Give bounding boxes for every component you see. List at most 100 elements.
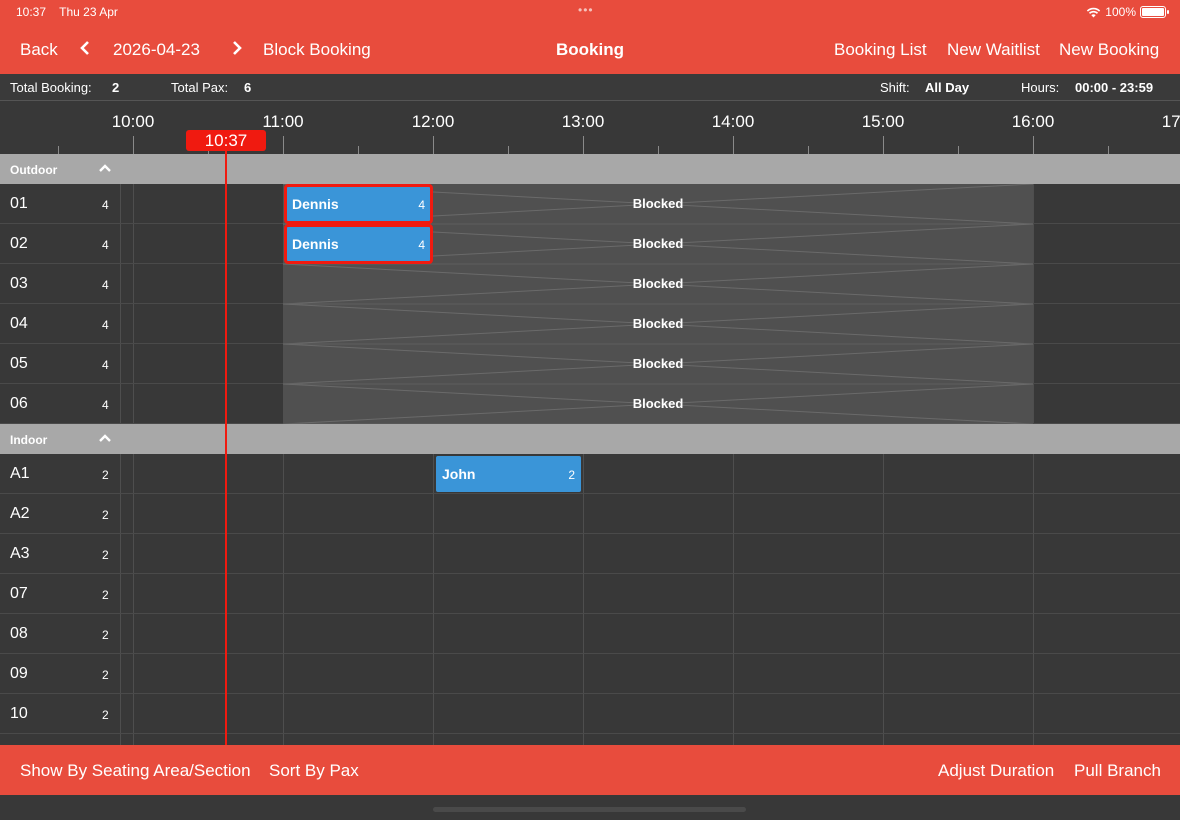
table-capacity: 2 — [102, 628, 109, 642]
booking-block[interactable]: Dennis 4 — [284, 184, 433, 224]
hour-label: 17:00 — [1161, 112, 1180, 131]
half-hour-tick — [58, 146, 59, 154]
total-booking-label: Total Booking: — [10, 80, 92, 95]
hour-tick — [733, 136, 734, 154]
adjust-duration-button[interactable]: Adjust Duration — [938, 761, 1054, 781]
table-row[interactable]: 09 2 — [0, 654, 1180, 694]
table-row[interactable]: A3 2 — [0, 534, 1180, 574]
table-name: 06 — [10, 395, 28, 412]
hour-label: 10:00 — [111, 112, 155, 131]
blocked-label: Blocked — [632, 396, 684, 411]
status-right: 100% — [1086, 5, 1169, 19]
back-button[interactable]: Back — [20, 40, 58, 60]
section-label: Outdoor — [10, 163, 58, 177]
top-nav-bar: 10:37 Thu 23 Apr ••• 100% Back 2026-04-2… — [0, 0, 1180, 74]
hours-value[interactable]: 00:00 - 23:59 — [1075, 80, 1153, 95]
half-hour-tick — [808, 146, 809, 154]
show-by-section-button[interactable]: Show By Seating Area/Section — [20, 761, 251, 781]
section-header-indoor[interactable]: Indoor — [0, 424, 1180, 454]
wifi-icon — [1087, 7, 1101, 17]
chevron-right-icon[interactable] — [232, 40, 242, 60]
battery-percent: 100% — [1105, 5, 1136, 19]
booking-grid[interactable]: Outdoor 01 4 02 4 03 4 04 4 05 4 06 4 Indoor A1 2 A2 2 A3 2… — [0, 154, 1180, 745]
table-capacity: 2 — [102, 468, 109, 482]
half-hour-tick — [658, 146, 659, 154]
hour-tick — [283, 136, 284, 154]
table-capacity: 4 — [102, 238, 109, 252]
chevron-up-icon[interactable] — [99, 161, 111, 176]
booking-pax: 4 — [418, 198, 425, 212]
home-indicator[interactable] — [433, 807, 746, 812]
hour-label: 12:00 — [411, 112, 455, 131]
table-capacity: 4 — [102, 318, 109, 332]
status-date: Thu 23 Apr — [59, 5, 118, 19]
hour-tick — [883, 136, 884, 154]
booking-guest-name: Dennis — [292, 236, 339, 252]
table-name: 05 — [10, 355, 28, 372]
current-time-badge: 10:37 — [186, 130, 266, 151]
table-capacity: 2 — [102, 548, 109, 562]
table-row[interactable]: A1 2 — [0, 454, 1180, 494]
table-capacity: 2 — [102, 508, 109, 522]
table-capacity: 4 — [102, 278, 109, 292]
total-pax-value: 6 — [244, 80, 252, 95]
new-booking-button[interactable]: New Booking — [1059, 40, 1159, 60]
table-row[interactable]: 10 2 — [0, 694, 1180, 734]
section-header-outdoor[interactable]: Outdoor — [0, 154, 1180, 184]
chevron-up-icon[interactable] — [99, 431, 111, 446]
table-row[interactable]: A2 2 — [0, 494, 1180, 534]
pull-branch-button[interactable]: Pull Branch — [1074, 761, 1161, 781]
status-clock: 10:37 — [16, 5, 47, 19]
hour-label: 13:00 — [561, 112, 605, 131]
table-capacity: 4 — [102, 198, 109, 212]
booking-pax: 4 — [418, 238, 425, 252]
battery-icon — [1140, 6, 1169, 18]
table-row[interactable]: 08 2 — [0, 614, 1180, 654]
booking-list-button[interactable]: Booking List — [834, 40, 927, 60]
new-waitlist-button[interactable]: New Waitlist — [947, 40, 1040, 60]
booking-guest-name: John — [442, 466, 476, 482]
table-name: 10 — [10, 705, 28, 722]
hour-label: 16:00 — [1011, 112, 1055, 131]
booking-block[interactable]: John 2 — [436, 456, 581, 492]
hours-label: Hours: — [1021, 80, 1060, 95]
hour-label: 14:00 — [711, 112, 755, 131]
table-capacity: 2 — [102, 708, 109, 722]
hour-tick — [1033, 136, 1034, 154]
shift-value[interactable]: All Day — [925, 80, 969, 95]
date-selector[interactable]: 2026-04-23 — [113, 40, 200, 60]
table-name: 08 — [10, 625, 28, 642]
hour-label: 11:00 — [262, 112, 304, 131]
half-hour-tick — [508, 146, 509, 154]
table-name: A2 — [10, 505, 30, 522]
timeline-header[interactable]: 10:00 11:00 12:00 13:00 14:00 15:00 16:00 17:00 — [0, 102, 1180, 154]
section-label: Indoor — [10, 433, 48, 447]
page-title: Booking — [556, 40, 624, 59]
total-booking-value: 2 — [112, 80, 120, 95]
block-booking-button[interactable]: Block Booking — [263, 40, 371, 60]
total-pax-label: Total Pax: — [171, 80, 229, 95]
table-name: 03 — [10, 275, 28, 292]
multitask-dots-icon[interactable]: ••• — [578, 3, 594, 17]
blocked-label: Blocked — [632, 276, 684, 291]
half-hour-tick — [358, 146, 359, 154]
table-name: 07 — [10, 585, 28, 602]
booking-guest-name: Dennis — [292, 196, 339, 212]
table-name: A3 — [10, 545, 30, 562]
table-capacity: 2 — [102, 668, 109, 682]
booking-block[interactable]: Dennis 4 — [284, 224, 433, 264]
half-hour-tick — [958, 146, 959, 154]
table-row[interactable]: 07 2 — [0, 574, 1180, 614]
chevron-left-icon[interactable] — [80, 40, 90, 60]
blocked-label: Blocked — [632, 356, 684, 371]
blocked-label: Blocked — [632, 316, 684, 331]
table-name: 09 — [10, 665, 28, 682]
hour-tick — [133, 136, 134, 154]
home-strip — [0, 795, 1180, 820]
table-name: 01 — [10, 195, 28, 212]
table-capacity: 4 — [102, 358, 109, 372]
booking-pax: 2 — [568, 468, 575, 482]
table-name: 04 — [10, 315, 28, 332]
sort-by-pax-button[interactable]: Sort By Pax — [269, 761, 359, 781]
half-hour-tick — [1108, 146, 1109, 154]
